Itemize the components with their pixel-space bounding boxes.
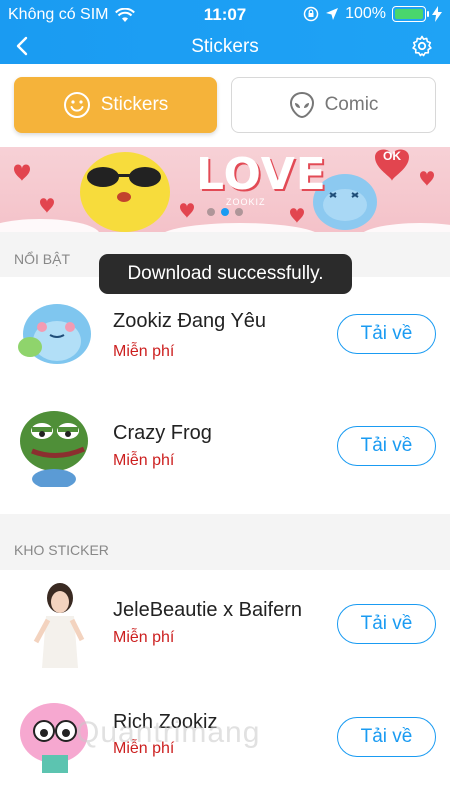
status-right: 100% xyxy=(303,5,442,23)
page-title: Stickers xyxy=(191,36,259,57)
gear-icon[interactable] xyxy=(410,34,434,58)
download-button[interactable]: Tải về xyxy=(337,604,436,644)
alien-icon xyxy=(289,91,314,119)
list-item[interactable]: JeleBeautie x Baifern Miễn phí Tải về xyxy=(0,582,450,694)
tab-stickers-label: Stickers xyxy=(100,94,169,115)
tab-comic-label: Comic xyxy=(324,94,379,115)
banner-pager xyxy=(0,208,450,216)
banner-headline: LOVE xyxy=(196,149,327,200)
promo-banner[interactable]: LOVE ZOOKIZ OK xyxy=(0,147,450,232)
download-button[interactable]: Tải về xyxy=(337,426,436,466)
pager-dot[interactable] xyxy=(207,208,215,216)
featured-section-title: NỔI BẬT xyxy=(14,251,71,267)
download-button[interactable]: Tải về xyxy=(337,314,436,354)
charging-icon xyxy=(432,6,442,22)
item-price: Miễn phí xyxy=(113,629,175,646)
status-bar: Không có SIM 11:07 100% xyxy=(0,0,450,30)
banner-brand: ZOOKIZ xyxy=(226,197,266,207)
tab-stickers[interactable]: Stickers xyxy=(14,77,217,133)
item-price: Miễn phí xyxy=(113,452,175,469)
store-section-title: KHO STICKER xyxy=(14,542,109,558)
sticker-thumbnail xyxy=(20,411,88,487)
sticker-thumbnail xyxy=(33,583,85,668)
location-icon xyxy=(326,8,339,20)
watermark: Quantrimang xyxy=(76,716,261,749)
rotation-lock-icon xyxy=(303,6,319,22)
pager-dot[interactable] xyxy=(235,208,243,216)
smiley-icon xyxy=(63,92,90,118)
pager-dot-active[interactable] xyxy=(221,208,229,216)
item-name: Crazy Frog xyxy=(113,422,212,444)
list-item[interactable]: Zookiz Đang Yêu Miễn phí Tải về xyxy=(0,289,450,401)
app-header: Không có SIM 11:07 100% Stickers xyxy=(0,0,450,64)
sticker-tabs: Stickers Comic xyxy=(14,77,436,133)
list-item[interactable]: Crazy Frog Miễn phí Tải về xyxy=(0,401,450,513)
download-button[interactable]: Tải về xyxy=(337,717,436,757)
battery-percent: 100% xyxy=(345,5,386,22)
item-name: Zookiz Đang Yêu xyxy=(113,310,267,332)
nav-bar: Stickers xyxy=(0,30,450,64)
tab-comic[interactable]: Comic xyxy=(231,77,436,133)
banner-badge: OK xyxy=(383,149,401,163)
battery-fill xyxy=(395,9,423,19)
item-price: Miễn phí xyxy=(113,343,175,360)
sticker-thumbnail xyxy=(18,304,91,364)
battery-icon xyxy=(392,6,429,22)
item-name: JeleBeautie x Baifern xyxy=(113,599,303,621)
toast-message: Download successfully. xyxy=(99,254,352,294)
